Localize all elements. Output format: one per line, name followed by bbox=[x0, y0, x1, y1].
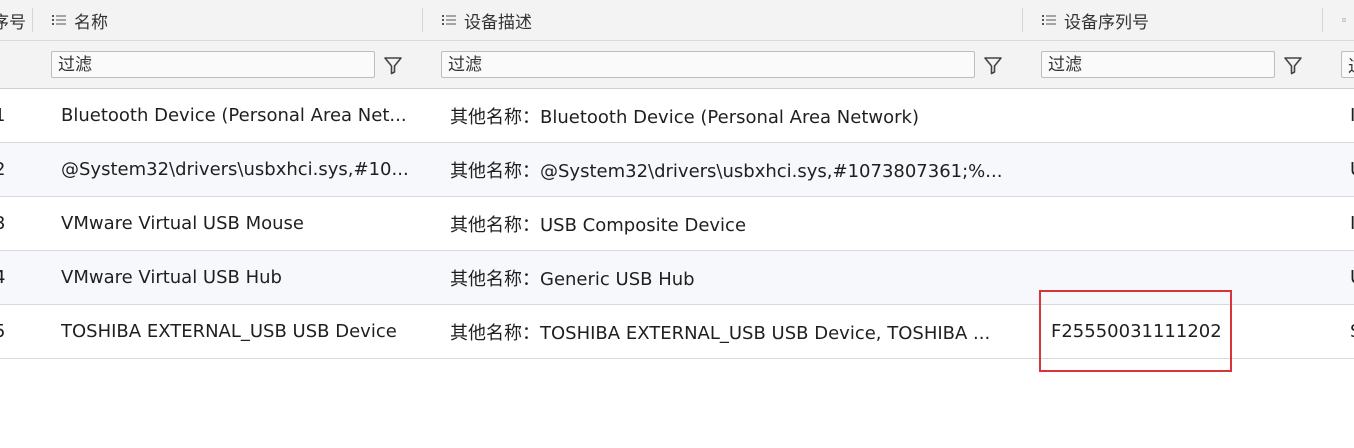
row-description: 其他名称：TOSHIBA EXTERNAL_USB USB Device, TO… bbox=[450, 322, 991, 344]
column-divider[interactable] bbox=[422, 8, 423, 32]
row-serial bbox=[1051, 197, 1321, 250]
list-icon bbox=[1042, 15, 1056, 25]
column-header-name[interactable]: 名称 bbox=[52, 0, 412, 40]
funnel-icon[interactable] bbox=[1282, 54, 1304, 76]
name-filter-input[interactable] bbox=[51, 51, 375, 78]
row-description: 其他名称：Bluetooth Device (Personal Area Net… bbox=[450, 106, 919, 128]
row-name: VMware Virtual USB Mouse bbox=[61, 213, 305, 234]
row-index: 4 bbox=[0, 251, 8, 304]
funnel-icon[interactable] bbox=[382, 54, 404, 76]
row-serial bbox=[1051, 89, 1321, 142]
column-header-name-label: 名称 bbox=[74, 12, 108, 33]
column-header-serial-label: 设备序列号 bbox=[1064, 12, 1149, 33]
list-icon bbox=[1342, 18, 1346, 22]
serial-highlight-box bbox=[1039, 290, 1232, 372]
row-next: S bbox=[1350, 305, 1354, 358]
next-filter-text: 过 bbox=[1348, 52, 1354, 77]
column-divider[interactable] bbox=[1022, 8, 1023, 32]
row-next: U bbox=[1350, 251, 1354, 304]
column-divider[interactable] bbox=[1322, 8, 1323, 32]
column-header-serial[interactable]: 设备序列号 bbox=[1042, 0, 1312, 40]
row-name: TOSHIBA EXTERNAL_USB USB Device bbox=[61, 321, 397, 342]
row-name: VMware Virtual USB Hub bbox=[61, 267, 282, 288]
table-row[interactable]: 3 VMware Virtual USB Mouse 其他名称：USB Comp… bbox=[0, 197, 1354, 251]
row-description: 其他名称：USB Composite Device bbox=[450, 214, 747, 236]
row-index: 2 bbox=[0, 143, 8, 196]
description-filter-input[interactable] bbox=[441, 51, 975, 78]
row-serial bbox=[1051, 143, 1321, 196]
row-next: I bbox=[1350, 213, 1354, 234]
list-icon bbox=[442, 15, 456, 25]
table-row[interactable]: 2 @System32\drivers\usbxhci.sys,#10... 其… bbox=[0, 143, 1354, 197]
row-description: 其他名称：@System32\drivers\usbxhci.sys,#1073… bbox=[450, 160, 1003, 182]
list-icon bbox=[52, 15, 66, 25]
serial-filter-input[interactable] bbox=[1041, 51, 1275, 78]
row-name: @System32\drivers\usbxhci.sys,#10... bbox=[61, 159, 409, 180]
row-description: 其他名称：Generic USB Hub bbox=[450, 268, 695, 290]
next-filter-input[interactable]: 过 bbox=[1341, 51, 1354, 78]
column-header-index-label: 序号 bbox=[0, 12, 26, 33]
column-header-index[interactable]: 序号 bbox=[0, 0, 26, 40]
row-next: U bbox=[1350, 143, 1354, 196]
row-name: Bluetooth Device (Personal Area Net... bbox=[61, 105, 407, 126]
column-header-description[interactable]: 设备描述 bbox=[442, 0, 1012, 40]
column-header-description-label: 设备描述 bbox=[464, 12, 532, 33]
row-index: 5 bbox=[0, 305, 8, 358]
table-row[interactable]: 1 Bluetooth Device (Personal Area Net...… bbox=[0, 89, 1354, 143]
row-index: 3 bbox=[0, 197, 8, 250]
column-divider[interactable] bbox=[32, 8, 33, 32]
filter-row: 过 bbox=[0, 41, 1354, 89]
row-next: I bbox=[1350, 105, 1354, 126]
column-header-row: 序号 名称 设备描述 设备序列号 bbox=[0, 0, 1354, 41]
row-index: 1 bbox=[0, 89, 8, 142]
column-header-next[interactable] bbox=[1342, 0, 1354, 40]
funnel-icon[interactable] bbox=[982, 54, 1004, 76]
